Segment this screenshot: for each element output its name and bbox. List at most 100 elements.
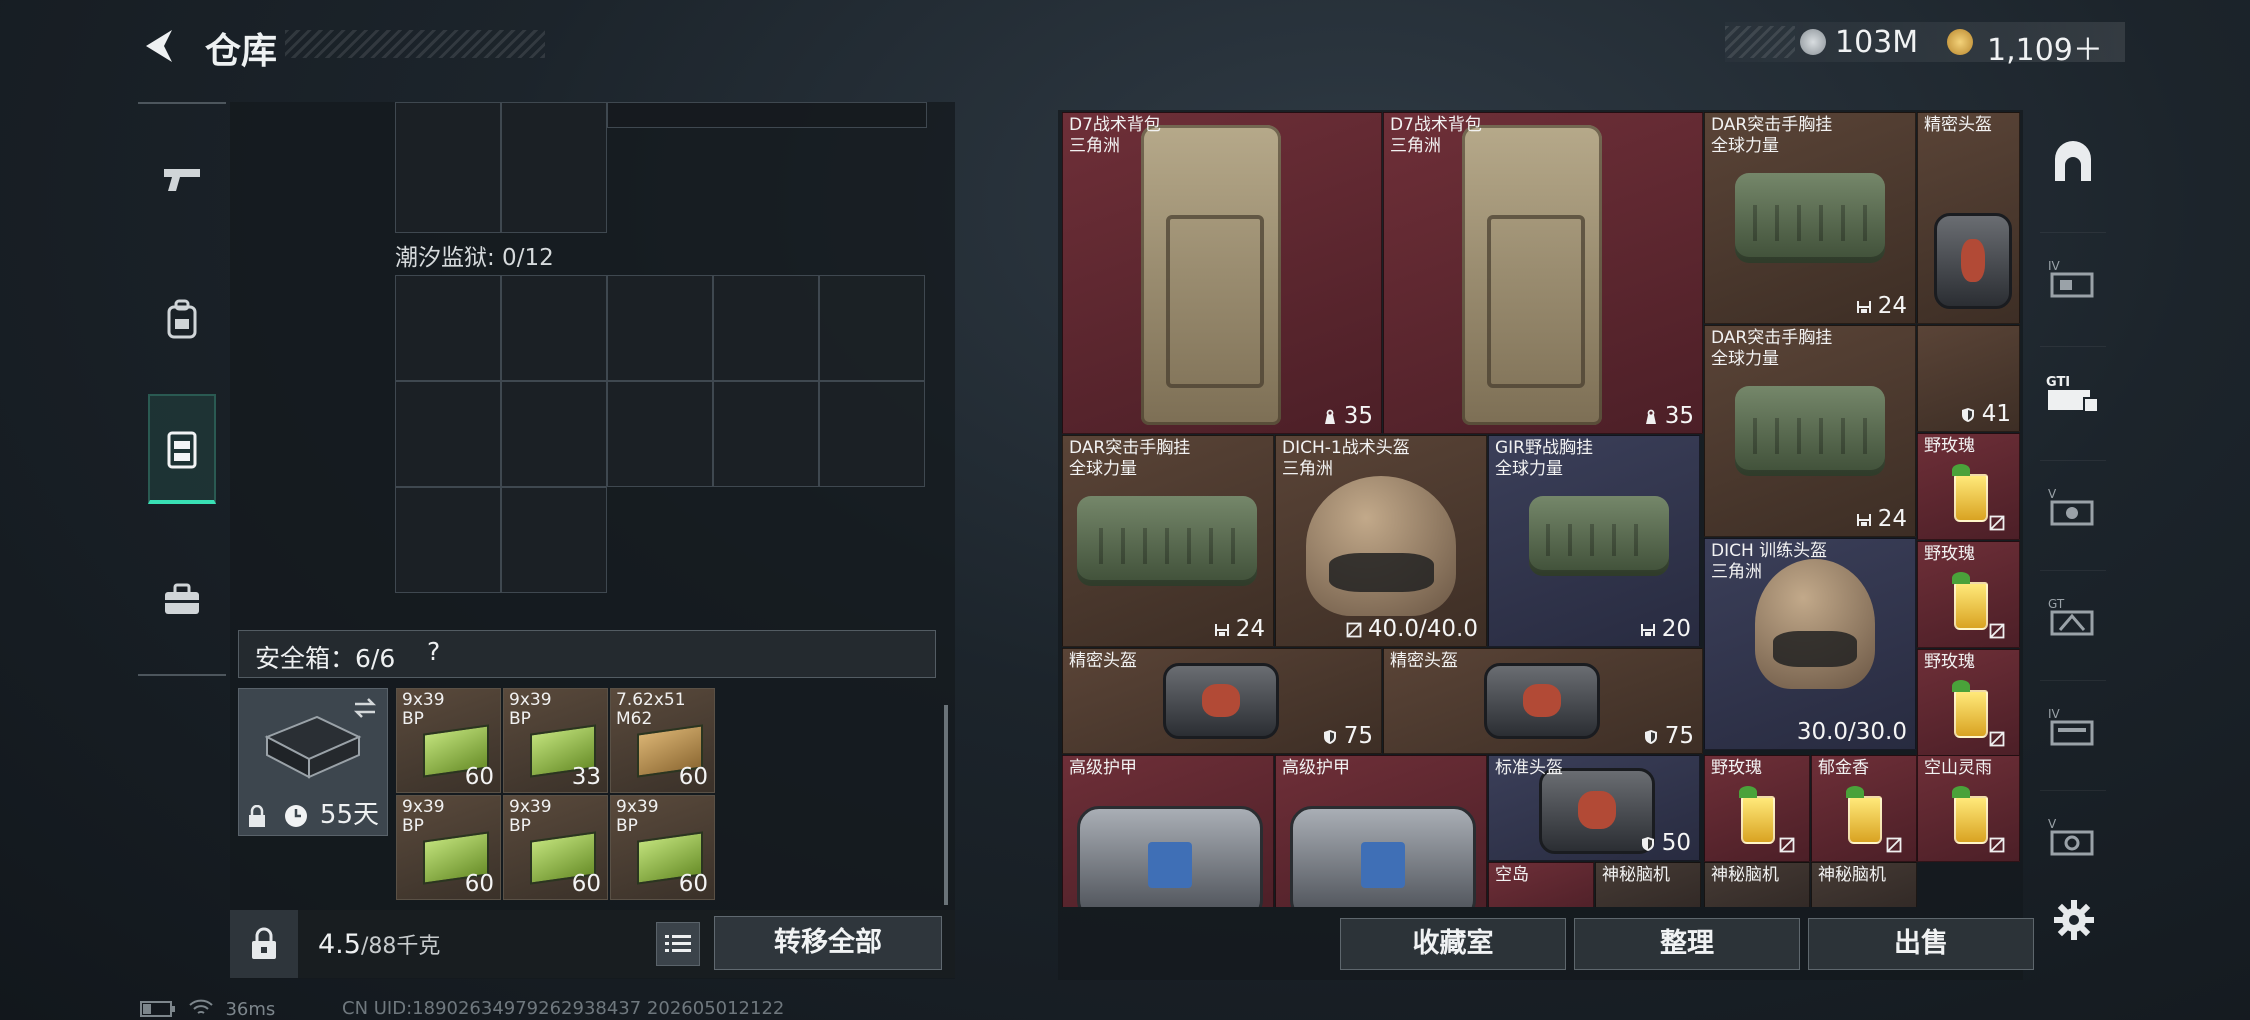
storage-item[interactable]: DAR突击手胸挂 全球力量 24 xyxy=(1704,112,1916,324)
nav-storage-v[interactable]: V xyxy=(2040,460,2106,551)
grid-cell[interactable] xyxy=(395,275,501,381)
ammo-slot[interactable]: 9x39 BP 60 xyxy=(396,688,501,793)
storage-item[interactable]: DAR突击手胸挂 全球力量 24 xyxy=(1704,325,1916,537)
storage-item[interactable]: 标准头盔 50 xyxy=(1488,755,1700,861)
storage-item[interactable]: 高级护甲 xyxy=(1062,755,1274,907)
storage-gti-icon: GTI xyxy=(2046,375,2099,413)
ammo-count: 60 xyxy=(571,871,601,897)
grid-cell[interactable] xyxy=(607,381,713,487)
grid-cell[interactable] xyxy=(501,102,607,233)
storage-iv-icon: IV xyxy=(2048,259,2094,298)
item-name: 野玫瑰 xyxy=(1924,436,1975,456)
grid-cell[interactable] xyxy=(395,102,501,233)
grid-cell[interactable] xyxy=(395,487,501,593)
storage-item[interactable]: D7战术背包 三角洲 35 xyxy=(1383,112,1703,434)
currency-gold[interactable]: 1,109＋ xyxy=(1987,25,2103,69)
storage-item[interactable]: 神秘脑机 xyxy=(1595,862,1701,907)
lock-button[interactable] xyxy=(230,910,298,978)
item-value xyxy=(1989,617,2011,643)
ammo-name: 9x39 BP xyxy=(509,797,552,836)
storage-item[interactable]: 野玫瑰 xyxy=(1917,541,2020,648)
storage-item[interactable]: DAR突击手胸挂 全球力量 24 xyxy=(1062,435,1274,647)
nav-weapons[interactable] xyxy=(138,124,226,234)
nav-storage-v-2[interactable]: V xyxy=(2040,790,2106,881)
grid-cell[interactable] xyxy=(501,275,607,381)
ammo-slot[interactable]: 9x39 BP 60 xyxy=(396,795,501,900)
ping-value: 36ms xyxy=(225,999,276,1020)
nav-storage-home[interactable] xyxy=(2040,118,2106,208)
durability-icon xyxy=(1989,731,2005,747)
storage-item[interactable]: 郁金香 xyxy=(1811,755,1917,862)
ammo-count: 60 xyxy=(678,764,708,790)
swap-icon[interactable] xyxy=(351,697,379,719)
safe-case-slot[interactable]: 55天 xyxy=(238,688,388,836)
nav-storage-gt[interactable]: GT xyxy=(2040,570,2106,661)
storage-item[interactable]: 精密头盔 75 xyxy=(1383,648,1703,754)
item-name: DICH 训练头盔 三角洲 xyxy=(1711,541,1828,582)
storage-item[interactable]: 高级护甲 xyxy=(1275,755,1487,907)
storage-item[interactable]: 野玫瑰 xyxy=(1917,649,2020,756)
storage-item[interactable]: DICH-1战术头盔 三角洲 40.0/40.0 xyxy=(1275,435,1487,647)
transfer-all-button[interactable]: 转移全部 xyxy=(714,916,942,970)
storage-item[interactable]: D7战术背包 三角洲 35 xyxy=(1062,112,1382,434)
nav-storage-iv[interactable]: IV xyxy=(2040,232,2106,323)
inventory-scrollbar[interactable] xyxy=(944,705,948,905)
collection-room-button[interactable]: 收藏室 xyxy=(1340,918,1566,970)
grid-cell[interactable] xyxy=(607,275,713,381)
pack-item-art xyxy=(1141,125,1281,425)
storage-item[interactable]: 精密头盔 xyxy=(1917,112,2020,324)
help-icon[interactable]: ? xyxy=(427,637,440,666)
storage-item[interactable]: 野玫瑰 xyxy=(1704,755,1810,862)
storage-item[interactable]: 空山灵雨 xyxy=(1917,755,2020,862)
drink-item-art xyxy=(1952,786,1988,844)
grid-cell[interactable] xyxy=(819,381,925,487)
nav-storage-gti[interactable]: GTI xyxy=(2040,346,2106,437)
nav-toolbox[interactable] xyxy=(138,544,226,654)
slot-capacity-icon xyxy=(1856,301,1871,313)
left-category-nav xyxy=(138,102,226,676)
svg-text:V: V xyxy=(2048,817,2057,831)
item-value xyxy=(1989,725,2011,751)
storage-item[interactable]: DICH 训练头盔 三角洲 30.0/30.0 xyxy=(1704,538,1916,750)
storage-item[interactable]: 精密头盔 75 xyxy=(1062,648,1382,754)
ammo-slot[interactable]: 9x39 BP 33 xyxy=(503,688,608,793)
grid-cell[interactable] xyxy=(819,275,925,381)
list-view-button[interactable] xyxy=(656,922,700,966)
grid-cell[interactable] xyxy=(713,381,819,487)
storage-item[interactable]: 41 xyxy=(1917,325,2020,432)
settings-gear-icon[interactable] xyxy=(2052,898,2096,942)
item-name: 神秘脑机 xyxy=(1602,865,1670,885)
item-name: 标准头盔 xyxy=(1495,758,1563,778)
grid-cell[interactable] xyxy=(607,102,927,128)
storage-item[interactable]: 野玫瑰 xyxy=(1917,433,2020,540)
weight-value: 4.5 xyxy=(318,929,361,960)
list-icon xyxy=(665,935,691,952)
ammo-name: 7.62x51 M62 xyxy=(616,690,686,729)
grid-cell[interactable] xyxy=(501,487,607,593)
grid-cell[interactable] xyxy=(501,381,607,487)
storage-item[interactable]: GIR野战胸挂 全球力量 20 xyxy=(1488,435,1700,647)
durability-icon xyxy=(1989,837,2005,853)
ammo-slot[interactable]: 9x39 BP 60 xyxy=(503,795,608,900)
back-arrow-icon[interactable] xyxy=(138,24,182,68)
grid-cell[interactable] xyxy=(713,275,819,381)
storage-item[interactable]: 神秘脑机 xyxy=(1704,862,1810,907)
item-value: 24 xyxy=(1856,506,1907,532)
lock-icon xyxy=(249,805,265,827)
nav-storage-iv-2[interactable]: IV xyxy=(2040,680,2106,771)
storage-item[interactable]: 空岛 xyxy=(1488,862,1594,907)
nav-backpacks[interactable] xyxy=(138,264,226,374)
carry-weight: 4.5/88千克 xyxy=(318,928,440,960)
right-storage-nav: IV GTI V GT IV V xyxy=(2040,110,2106,890)
ammo-slot[interactable]: 9x39 BP 60 xyxy=(610,795,715,900)
wifi-icon xyxy=(189,999,213,1014)
nav-chest-rigs[interactable] xyxy=(148,394,216,504)
durability-icon xyxy=(1989,515,2005,531)
ammo-slot[interactable]: 7.62x51 M62 60 xyxy=(610,688,715,793)
item-name: 高级护甲 xyxy=(1069,758,1137,778)
organize-button[interactable]: 整理 xyxy=(1574,918,1800,970)
grid-cell[interactable] xyxy=(395,381,501,487)
sell-button[interactable]: 出售 xyxy=(1808,918,2034,970)
arch-icon xyxy=(2055,141,2091,181)
storage-item[interactable]: 神秘脑机 xyxy=(1811,862,1917,907)
